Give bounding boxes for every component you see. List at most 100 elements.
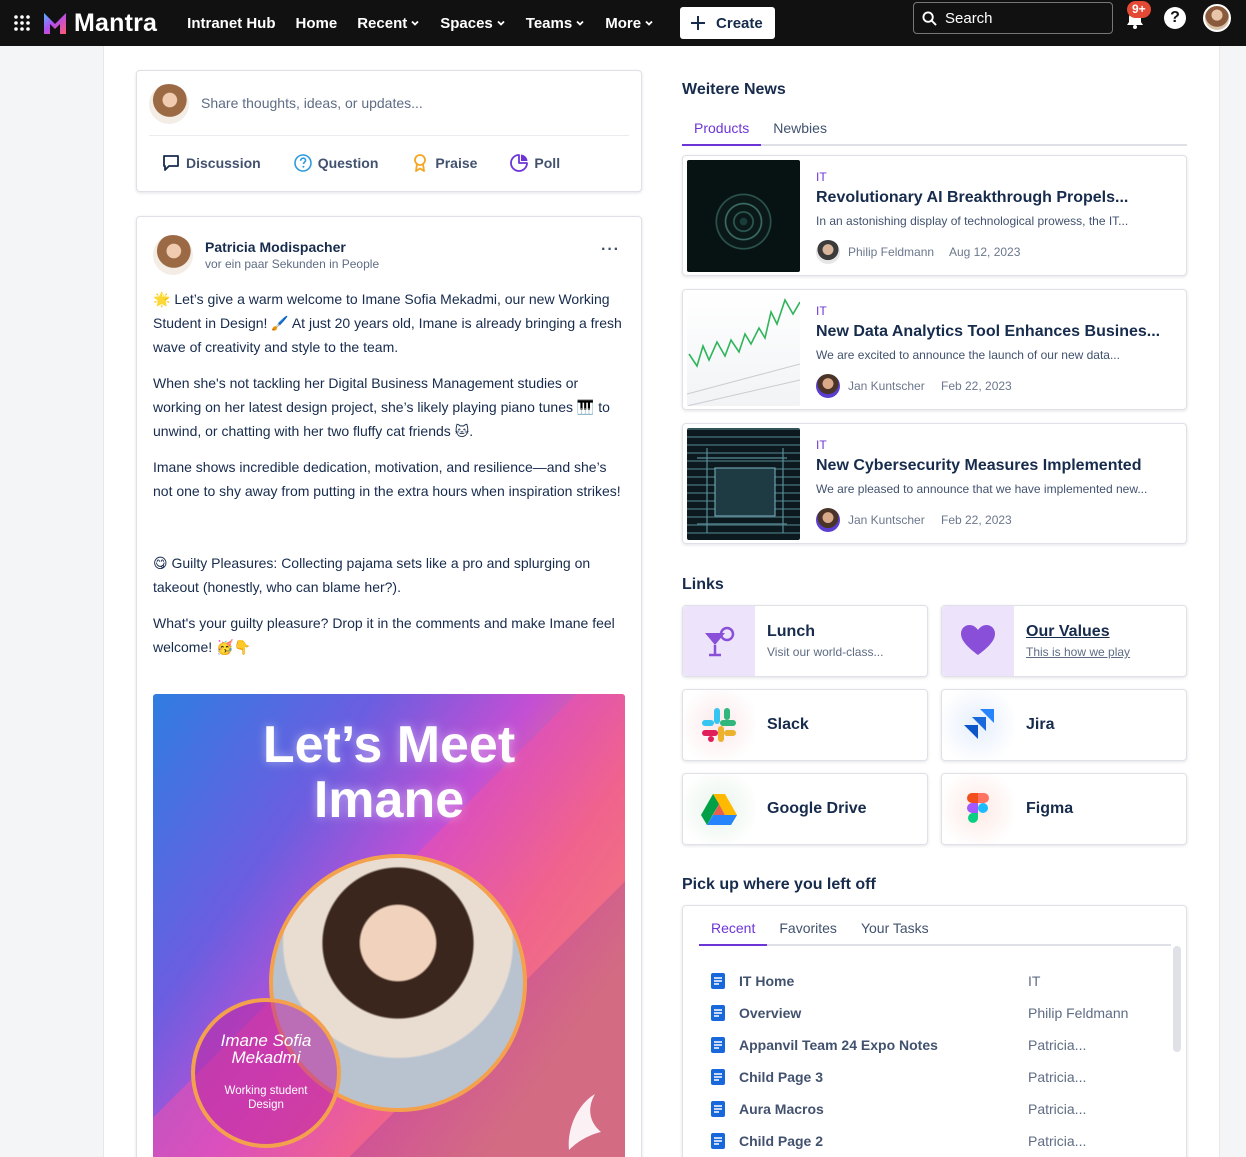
link-icon-tile [942,774,1014,844]
award-ribbon-icon [414,154,427,172]
post-composer: Share thoughts, ideas, or updates... Dis… [136,70,642,192]
news-title[interactable]: New Cybersecurity Measures Implemented [816,457,1176,475]
link-label[interactable]: Figma [1026,800,1073,818]
create-label: Create [716,14,763,32]
link-slack[interactable]: Slack [682,689,928,761]
link-label[interactable]: Google Drive [767,800,867,818]
tab-your-tasks[interactable]: Your Tasks [849,920,941,944]
item-space: Philip Feldmann [1028,1005,1129,1021]
pickup-panel: Recent Favorites Your Tasks IT Home IT Ov… [682,905,1187,1157]
nav-intranet-hub[interactable]: Intranet Hub [187,15,275,32]
item-name: Child Page 2 [739,1133,824,1149]
badge-name-line: Imane Sofia [220,1031,312,1050]
brand-logo[interactable]: Mantra [42,9,157,38]
link-figma[interactable]: Figma [941,773,1187,845]
list-item[interactable]: IT Home IT [711,965,1151,997]
badge-role-line: Design [248,1099,284,1111]
tab-products[interactable]: Products [682,120,762,146]
scrollbar[interactable] [1173,946,1181,1052]
tab-recent[interactable]: Recent [699,920,768,946]
link-google-drive[interactable]: Google Drive [682,773,928,845]
post-body: 🌟 Let’s give a warm welcome to Imane Sof… [153,287,627,671]
discussion-button[interactable]: Discussion [161,153,261,173]
image-headline: Let’s Meet Imane [153,718,625,828]
post-meta: vor ein paar Sekunden in People [205,257,380,271]
avatar [149,84,189,124]
action-label: Question [317,155,379,171]
chevron-down-icon [576,20,584,26]
news-category: IT [816,170,827,184]
plus-icon [691,16,706,30]
avatar[interactable] [153,235,193,275]
nav-label: Intranet Hub [187,14,276,32]
list-item[interactable]: Appanvil Team 24 Expo Notes Patricia... [711,1029,1151,1061]
main-nav: Intranet Hub Home Recent Spaces Teams Mo… [187,7,775,39]
avatar [816,240,840,264]
news-author: Jan Kuntscher [848,379,925,393]
feed-post: Patricia Modispacher vor ein paar Sekund… [136,216,642,1157]
news-card[interactable]: IT New Data Analytics Tool Enhances Busi… [682,289,1187,410]
link-our-values[interactable]: Our Values This is how we play [941,605,1187,677]
create-button[interactable]: Create [680,7,775,39]
post-author[interactable]: Patricia Modispacher [205,239,346,255]
more-options-icon[interactable]: ··· [601,241,620,259]
item-name: Child Page 3 [739,1069,824,1085]
item-space: Patricia... [1028,1069,1087,1085]
badge-name: Imane Sofia Mekadmi [195,1032,337,1066]
link-subtitle: Visit our world-class... [767,645,884,659]
search-input[interactable]: Search [913,2,1113,34]
post-paragraph: What's your guilty pleasure? Drop it in … [153,615,615,655]
page-icon [711,1101,725,1117]
list-item[interactable]: Aura Macros Patricia... [711,1093,1151,1125]
news-tabs: Products Newbies [682,120,1187,146]
composer-input[interactable]: Share thoughts, ideas, or updates... [201,95,423,111]
post-paragraph: Imane shows incredible dedication, motiv… [153,459,621,499]
question-button[interactable]: Question [293,153,379,173]
link-icon-tile [942,606,1014,676]
link-icon-tile [683,690,755,760]
page-icon [711,1037,725,1053]
news-card[interactable]: IT Revolutionary AI Breakthrough Propels… [682,155,1187,276]
news-date: Feb 22, 2023 [941,379,1012,393]
nav-spaces[interactable]: Spaces [440,15,506,32]
chevron-down-icon [645,20,653,26]
news-heading: Weitere News [682,81,786,98]
tab-newbies[interactable]: Newbies [761,120,839,144]
heart-icon [961,625,995,655]
news-title[interactable]: Revolutionary AI Breakthrough Propels... [816,189,1176,207]
post-image[interactable]: Let’s Meet Imane Imane Sofia Mekadmi Wor… [153,694,625,1157]
list-item[interactable]: Child Page 3 Patricia... [711,1061,1151,1093]
nav-more[interactable]: More [605,15,654,32]
post-paragraph: 😋 Guilty Pleasures: Collecting pajama se… [153,555,591,595]
news-title[interactable]: New Data Analytics Tool Enhances Busines… [816,323,1176,341]
poll-button[interactable]: Poll [509,153,560,173]
nav-teams[interactable]: Teams [526,15,585,32]
link-lunch[interactable]: Lunch Visit our world-class... [682,605,928,677]
nav-home[interactable]: Home [296,15,338,32]
user-avatar[interactable] [1203,4,1231,32]
link-label[interactable]: Slack [767,716,809,734]
page-icon [711,1133,725,1149]
item-name: Appanvil Team 24 Expo Notes [739,1037,938,1053]
praise-button[interactable]: Praise [410,153,477,173]
nav-recent[interactable]: Recent [357,15,420,32]
link-jira[interactable]: Jira [941,689,1187,761]
help-icon[interactable]: ? [1164,7,1186,29]
avatar [816,374,840,398]
item-name: Aura Macros [739,1101,824,1117]
link-label[interactable]: Jira [1026,716,1054,734]
mantra-logo-icon [44,13,66,34]
news-card[interactable]: IT New Cybersecurity Measures Implemente… [682,423,1187,544]
app-switcher-icon[interactable] [4,5,40,41]
link-subtitle[interactable]: This is how we play [1026,645,1130,659]
action-label: Praise [435,155,478,171]
tab-favorites[interactable]: Favorites [767,920,849,944]
link-icon-tile [942,690,1014,760]
notification-count-badge: 9+ [1127,1,1151,18]
link-label[interactable]: Our Values [1026,623,1110,641]
list-item[interactable]: Overview Philip Feldmann [711,997,1151,1029]
list-item[interactable]: Child Page 2 Patricia... [711,1125,1151,1157]
news-thumbnail [687,428,800,540]
news-category: IT [816,438,827,452]
link-label[interactable]: Lunch [767,623,815,641]
